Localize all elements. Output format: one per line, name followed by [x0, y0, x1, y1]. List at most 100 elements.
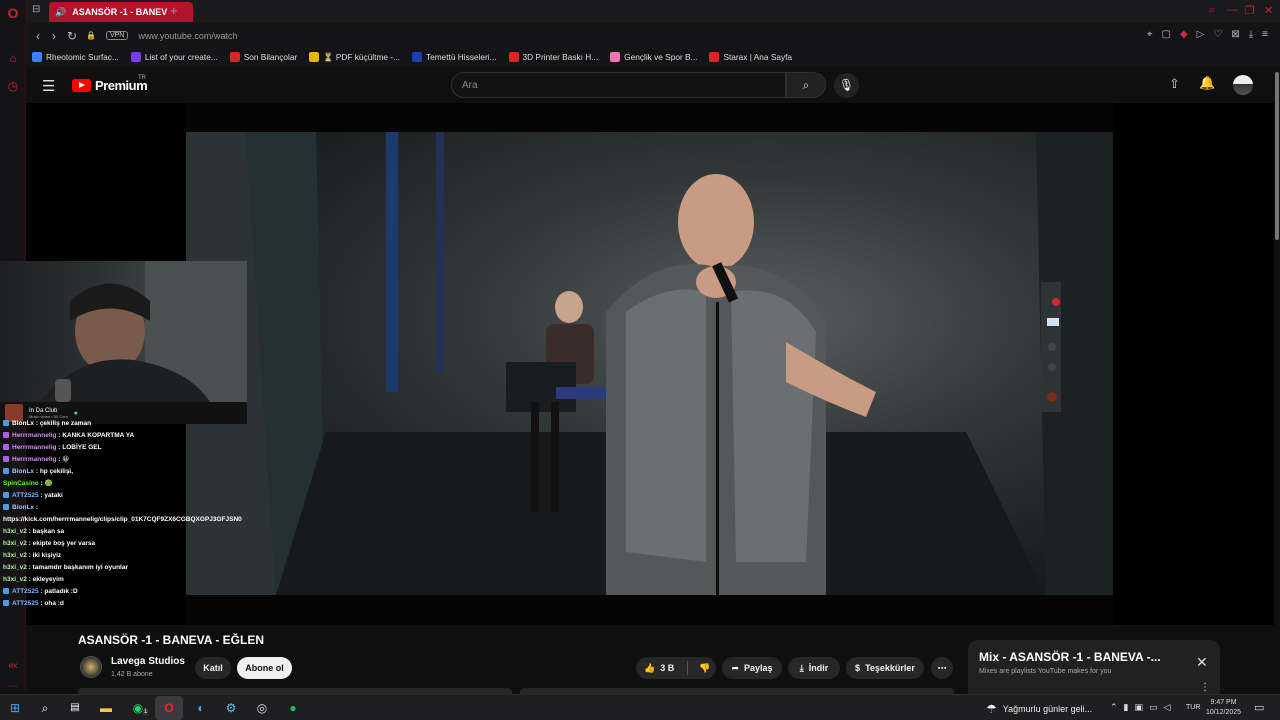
bookmark-item[interactable]: Starax | Ana Sayfa [709, 52, 792, 62]
mix-playlist-panel[interactable]: Mix - ASANSÖR -1 - BANEVA -... Mixes are… [968, 640, 1220, 700]
thanks-label: Teşekkürler [865, 663, 915, 673]
bookmark-item[interactable]: Gençlik ve Spor B... [610, 52, 697, 62]
bars-icon [411, 52, 422, 62]
app-tray-icon[interactable]: ▣ [1135, 702, 1144, 713]
volume-icon[interactable]: ◁ [1164, 702, 1171, 713]
notifications-icon[interactable]: 🔔 [1199, 75, 1215, 91]
close-icon[interactable]: ✕ [1196, 654, 1208, 671]
steam-icon[interactable]: ⚙ [222, 699, 240, 717]
sidebar-more-icon[interactable]: ⋯ [5, 678, 21, 694]
chat-username[interactable]: BionLx [12, 420, 34, 427]
bookmark-item[interactable]: Temettü Hisseleri... [411, 52, 497, 62]
sidebar-shop-icon[interactable]: ⌂ [5, 50, 21, 66]
bookmark-item[interactable]: List of your create... [130, 52, 218, 62]
weather-widget[interactable]: ☂ Yağmurlu günler geli... [986, 702, 1092, 716]
avatar[interactable] [1233, 75, 1253, 95]
hamburger-menu-icon[interactable]: ☰ [42, 77, 55, 95]
back-icon[interactable]: ‹ [30, 29, 46, 43]
clock[interactable]: 9:47 PM 10/12/2025 [1206, 698, 1241, 718]
game-icon[interactable]: ◎ [253, 699, 271, 717]
close-window-icon[interactable]: ✕ [1264, 4, 1273, 17]
scrollbar-thumb[interactable] [1275, 72, 1279, 240]
search-button[interactable]: ⌕ [786, 72, 826, 98]
maximize-icon[interactable]: ❐ [1245, 4, 1255, 17]
chat-username[interactable]: SpinCasino [3, 480, 39, 487]
chat-text: 🟢 [44, 480, 53, 487]
tab-overview-icon[interactable]: ⊟ [32, 4, 40, 15]
chat-text: patladık :D [44, 588, 78, 595]
spotify-icon[interactable]: ● [284, 699, 302, 717]
minimize-icon[interactable]: — [1227, 4, 1238, 16]
voice-search-button[interactable]: 🎙 [834, 73, 859, 98]
mix-more-icon[interactable]: ⋮ [1200, 682, 1210, 693]
bookmark-item[interactable]: Son Bilançolar [229, 52, 297, 62]
chat-message: BionLx : çekiliş ne zaman [0, 418, 247, 430]
url-field[interactable]: www.youtube.com/watch [138, 31, 237, 41]
reload-icon[interactable]: ↻ [64, 29, 80, 43]
chat-username[interactable]: h3xi_v2 [3, 576, 27, 583]
channel-name[interactable]: Lavega Studios [111, 656, 185, 667]
heart-icon[interactable]: ♡ [1213, 29, 1222, 40]
microphone-tray-icon[interactable]: ▮ [1124, 702, 1129, 713]
share-button[interactable]: ➦ Paylaş [722, 657, 782, 679]
history-icon[interactable]: ◷ [5, 78, 21, 94]
chat-username[interactable]: h3xi_v2 [3, 552, 27, 559]
vpn-badge[interactable]: VPN [105, 31, 129, 40]
network-icon[interactable]: ▭ [1149, 702, 1158, 713]
download-icon[interactable]: ⤓ [1249, 29, 1253, 40]
upload-icon[interactable]: ⇧ [1169, 76, 1180, 92]
chat-username[interactable]: ATT2525 [12, 600, 39, 607]
language-indicator[interactable]: TUR [1186, 704, 1200, 711]
player-icon[interactable]: ▷ [1197, 29, 1205, 40]
time: 9:47 PM [1210, 699, 1237, 706]
chat-username[interactable]: Herrrmannelig [12, 432, 56, 439]
subscribe-button[interactable]: Abone ol [237, 657, 292, 679]
chat-username[interactable]: ATT2525 [12, 492, 39, 499]
chat-username[interactable]: Herrrmannelig [12, 456, 56, 463]
bookmark-item[interactable]: Rheotomic Surfac... [32, 52, 119, 62]
forward-icon[interactable]: › [46, 29, 62, 43]
chat-message: ATT2525 : oha :d [0, 598, 247, 610]
chat-username[interactable]: h3xi_v2 [3, 540, 27, 547]
snapshot-icon[interactable]: ▢ [1162, 29, 1171, 40]
bookmark-label: List of your create... [144, 52, 218, 62]
chevron-up-icon[interactable]: ⌃ [1110, 702, 1118, 713]
chat-username[interactable]: Herrrmannelig [12, 444, 56, 451]
opera-taskbar-icon[interactable]: O [160, 699, 178, 717]
share-icon: ➦ [731, 662, 739, 673]
notification-center-icon[interactable]: ▭ [1254, 701, 1264, 714]
bookmark-item[interactable]: 3D Printer Baskı H... [508, 52, 598, 62]
chat-username[interactable]: ATT2525 [12, 588, 39, 595]
video-frame[interactable] [186, 132, 1113, 595]
region-label: TR [138, 75, 146, 81]
speaker-icon[interactable]: 🔊 [55, 7, 66, 18]
join-button[interactable]: Katıl [195, 657, 231, 679]
app-icon[interactable]: ◐ [192, 699, 210, 717]
new-tab-button[interactable]: + [170, 3, 178, 18]
download-button[interactable]: ⤓ İndir [788, 657, 840, 679]
like-button[interactable]: 👍 3 B 👎 [636, 657, 716, 679]
thanks-button[interactable]: $ Teşekkürler [846, 657, 924, 679]
shield-icon[interactable]: ◆ [1180, 29, 1188, 40]
opera-logo-icon[interactable]: O [5, 5, 21, 21]
chat-username[interactable]: h3xi_v2 [3, 564, 27, 571]
chat-username[interactable]: h3xi_v2 [3, 528, 27, 535]
search-input[interactable]: Ara [451, 72, 786, 98]
sidebar-app-icon[interactable]: ex [5, 658, 21, 674]
chat-username[interactable]: BionLx [12, 504, 34, 511]
menu-icon[interactable]: ≡ [1262, 29, 1268, 40]
chat-message: https://kick.com/herrrmannelig/clips/cli… [0, 514, 247, 526]
youtube-logo[interactable]: Premium [72, 78, 148, 93]
chat-username[interactable]: BionLx [12, 468, 34, 475]
file-explorer-icon[interactable]: ▬ [97, 699, 115, 717]
search-tabs-icon[interactable]: ⌕ [1209, 4, 1215, 17]
taskbar-search-icon[interactable]: ⌕ [36, 699, 54, 717]
pin-icon[interactable]: ⌖ [1147, 29, 1153, 40]
dislike-icon[interactable]: 👎 [699, 663, 710, 674]
task-view-icon[interactable]: ▤ [66, 699, 84, 717]
channel-avatar[interactable] [80, 656, 102, 678]
bookmark-item[interactable]: ⏳ PDF küçültme -... [309, 52, 400, 63]
more-actions-button[interactable]: ⋯ [931, 657, 953, 679]
wallet-icon[interactable]: ⊠ [1231, 29, 1239, 40]
windows-start-icon[interactable]: ⊞ [6, 699, 24, 717]
